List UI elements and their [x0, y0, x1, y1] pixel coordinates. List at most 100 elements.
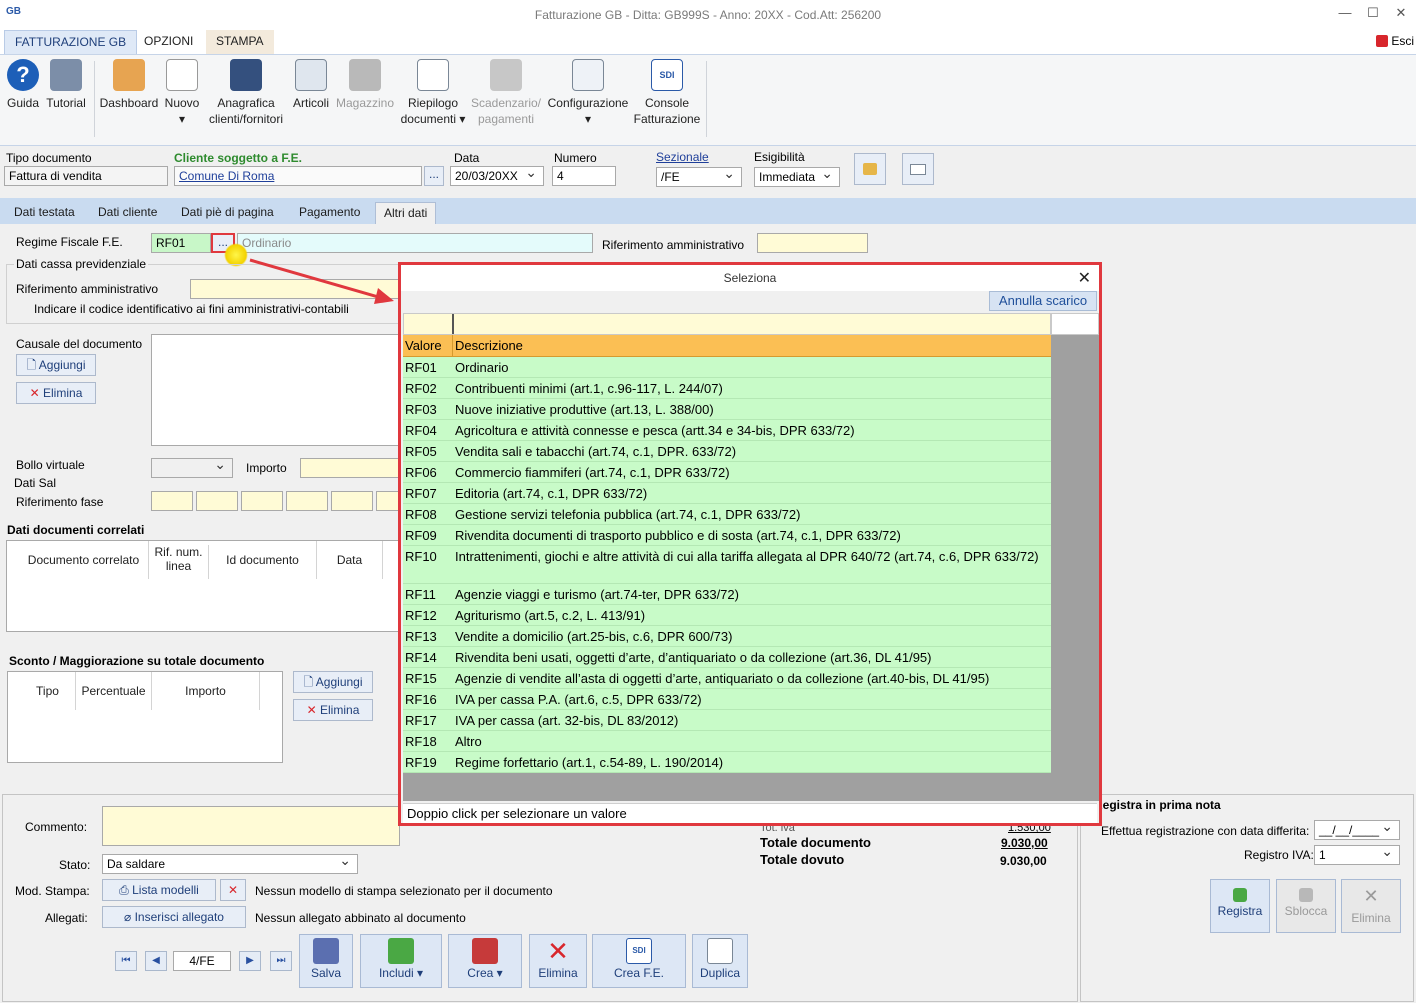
sezionale-link[interactable]: Sezionale — [656, 150, 709, 164]
bollo-select[interactable] — [151, 458, 233, 478]
list-item[interactable]: RF13 Vendite a domicilio (art.25-bis, c.6… — [403, 626, 1051, 647]
causale-aggiungi-button[interactable]: 🗋 Aggiungi — [16, 354, 96, 376]
list-item[interactable]: RF01 Ordinario — [403, 357, 1051, 378]
rif-fase-field-2[interactable] — [196, 491, 238, 511]
list-item[interactable]: RF10 Intrattenimenti, giochi e altre atti… — [403, 546, 1051, 584]
rif-fase-field-5[interactable] — [331, 491, 373, 511]
cliente-lookup-button[interactable]: ... — [424, 166, 444, 186]
dialog-close-icon[interactable]: ✕ — [1078, 268, 1091, 288]
rif-fase-field-1[interactable] — [151, 491, 193, 511]
importo-field[interactable] — [300, 458, 400, 478]
list-item[interactable]: RF03 Nuove iniziative produttive (art.13,… — [403, 399, 1051, 420]
cliente-field[interactable]: Comune Di Roma — [174, 166, 422, 186]
stato-select[interactable]: Da saldare — [102, 854, 358, 874]
list-item[interactable]: RF06 Commercio fiammiferi (art.74, c.1, D… — [403, 462, 1051, 483]
sezionale-select[interactable]: /FE — [656, 167, 742, 187]
last-record-button[interactable]: ⏭ — [270, 951, 292, 971]
causale-textarea[interactable] — [151, 334, 401, 446]
filter-descrizione-input[interactable] — [456, 314, 1050, 334]
numero-field[interactable]: 4 — [552, 166, 616, 186]
tab-dati-testata[interactable]: Dati testata — [6, 202, 83, 224]
rif-fase-field-4[interactable] — [286, 491, 328, 511]
configurazione-button[interactable]: Configurazione ▾ — [544, 59, 632, 127]
guida-button[interactable]: ? Guida — [4, 59, 42, 111]
regime-fiscale-code[interactable]: RF01 — [151, 233, 211, 253]
first-record-button[interactable]: ⏮ — [115, 951, 137, 971]
sconto-elimina-button[interactable]: ✕ Elimina — [293, 699, 373, 721]
list-item[interactable]: RF12 Agriturismo (art.5, c.2, L. 413/91) — [403, 605, 1051, 626]
tab-dati-cliente[interactable]: Dati cliente — [90, 202, 165, 224]
registra-button[interactable]: Registra — [1210, 879, 1270, 933]
magazzino-button[interactable]: Magazzino — [334, 59, 396, 111]
riepilogo-button[interactable]: Riepilogo documenti ▾ — [398, 59, 468, 127]
dashboard-button[interactable]: Dashboard — [98, 59, 160, 111]
annulla-scarico-button[interactable]: Annulla scarico — [989, 291, 1097, 311]
list-item[interactable]: RF11 Agenzie viaggi e turismo (art.74-ter… — [403, 584, 1051, 605]
registro-select[interactable]: 1 — [1314, 845, 1400, 865]
tab-stampa[interactable]: STAMPA — [206, 30, 274, 54]
filter-valore-input[interactable] — [404, 314, 454, 334]
list-item[interactable]: RF02 Contribuenti minimi (art.1, c.96-117… — [403, 378, 1051, 399]
list-item[interactable]: RF17 IVA per cassa (art. 32-bis, DL 83/20… — [403, 710, 1051, 731]
exit-button[interactable]: Esci — [1376, 34, 1414, 48]
scadenzario-button[interactable]: Scadenzario/pagamenti — [470, 59, 542, 127]
correlati-col-documento[interactable]: Documento correlato — [19, 541, 149, 579]
list-item[interactable]: RF04 Agricoltura e attività connesse e pe… — [403, 420, 1051, 441]
anagrafica-button[interactable]: Anagrafica clienti/fornitori — [204, 59, 288, 127]
maximize-icon[interactable]: ☐ — [1362, 5, 1384, 23]
tab-pagamento[interactable]: Pagamento — [291, 202, 368, 224]
list-item[interactable]: RF16 IVA per cassa P.A. (art.6, c.5, DPR … — [403, 689, 1051, 710]
rif-fase-field-3[interactable] — [241, 491, 283, 511]
next-record-button[interactable]: ▶ — [239, 951, 261, 971]
sconto-col-percentuale[interactable]: Percentuale — [76, 672, 152, 710]
tipo-documento-field[interactable]: Fattura di vendita — [4, 166, 168, 186]
remove-model-button[interactable]: ✕ — [220, 879, 246, 901]
articoli-button[interactable]: Articoli — [290, 59, 332, 111]
inserisci-allegato-button[interactable]: ⌀ Inserisci allegato — [102, 906, 246, 928]
tab-opzioni[interactable]: OPZIONI — [134, 30, 203, 54]
sconto-grid[interactable]: Tipo Percentuale Importo — [7, 671, 283, 763]
list-item[interactable]: RF19 Regime forfettario (art.1, c.54-89, … — [403, 752, 1051, 773]
crea-fe-button[interactable]: SDI Crea F.E. — [592, 934, 686, 988]
minimize-icon[interactable]: — — [1334, 5, 1356, 23]
elimina-button[interactable]: ✕ Elimina — [529, 934, 587, 988]
list-item[interactable]: RF09 Rivendita documenti di trasporto pub… — [403, 525, 1051, 546]
lock-button[interactable] — [854, 153, 886, 185]
includi-button[interactable]: Includi ▾ — [360, 934, 442, 988]
sconto-col-importo[interactable]: Importo — [152, 672, 260, 710]
col-valore-header[interactable]: Valore — [405, 338, 442, 353]
data-field[interactable]: 20/03/20XX — [450, 166, 544, 186]
tab-altri-dati[interactable]: Altri dati — [375, 202, 437, 224]
values-grid[interactable]: Valore Descrizione RF01 Ordinario RF02 Cont… — [403, 335, 1099, 801]
correlati-grid[interactable]: Documento correlato Rif. num. linea Id d… — [6, 540, 402, 632]
differita-field[interactable]: __/__/____ — [1314, 820, 1400, 840]
list-item[interactable]: RF05 Vendita sali e tabacchi (art.74, c.1… — [403, 441, 1051, 462]
sconto-aggiungi-button[interactable]: 🗋 Aggiungi — [293, 671, 373, 693]
lista-modelli-button[interactable]: ⎙ Lista modelli — [102, 879, 216, 901]
console-button[interactable]: SDI Console Fatturazione — [632, 59, 702, 127]
sconto-col-tipo[interactable]: Tipo — [20, 672, 76, 710]
list-item[interactable]: RF18 Altro — [403, 731, 1051, 752]
list-item[interactable]: RF07 Editoria (art.74, c.1, DPR 633/72) — [403, 483, 1051, 504]
duplica-button[interactable]: Duplica — [692, 934, 748, 988]
col-descrizione-header[interactable]: Descrizione — [455, 338, 523, 353]
causale-elimina-button[interactable]: ✕ Elimina — [16, 382, 96, 404]
correlati-col-id[interactable]: Id documento — [209, 541, 317, 579]
sblocca-button[interactable]: Sblocca — [1276, 879, 1336, 933]
list-item[interactable]: RF14 Rivendita beni usati, oggetti d’arte… — [403, 647, 1051, 668]
rif-fase-field-6[interactable] — [376, 491, 400, 511]
commento-field[interactable] — [102, 806, 400, 846]
rif-amm-field[interactable] — [757, 233, 868, 253]
prev-record-button[interactable]: ◀ — [145, 951, 167, 971]
crea-button[interactable]: Crea ▾ — [448, 934, 522, 988]
correlati-col-rif[interactable]: Rif. num. linea — [149, 545, 209, 579]
esigibilita-select[interactable]: Immediata — [754, 167, 840, 187]
close-icon[interactable]: ✕ — [1390, 5, 1412, 23]
correlati-col-data[interactable]: Data — [317, 541, 383, 579]
prima-nota-elimina-button[interactable]: ✕ Elimina — [1341, 879, 1401, 933]
tab-fatturazione[interactable]: FATTURAZIONE GB — [4, 30, 138, 54]
list-item[interactable]: RF15 Agenzie di vendite all’asta di ogget… — [403, 668, 1051, 689]
email-button[interactable] — [902, 153, 934, 185]
nuovo-button[interactable]: Nuovo ▾ — [162, 59, 202, 127]
salva-button[interactable]: Salva — [299, 934, 353, 988]
